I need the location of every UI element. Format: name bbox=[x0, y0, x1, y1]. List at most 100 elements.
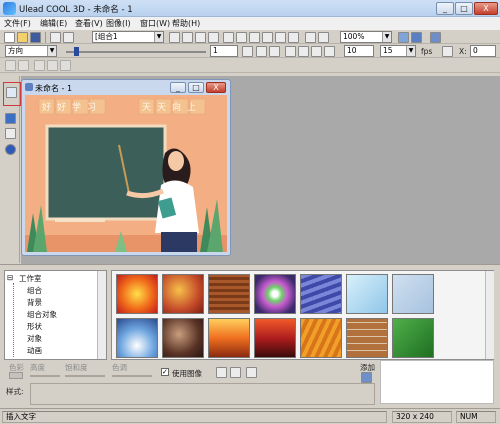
color-swatch[interactable] bbox=[9, 372, 23, 379]
canvas[interactable]: 好好学习 天天向上 bbox=[25, 95, 227, 252]
menu-help[interactable]: 帮助(H) bbox=[172, 18, 200, 29]
tree-item[interactable]: 动画 bbox=[27, 345, 42, 356]
menu-bar: 文件(F) 编辑(E) 查看(V) 图像(I) 窗口(W) 帮助(H) bbox=[0, 17, 500, 30]
globe-icon[interactable] bbox=[318, 32, 329, 43]
use-image-checkbox[interactable]: ✓ bbox=[161, 368, 169, 376]
align-left-icon[interactable] bbox=[223, 32, 234, 43]
image-icon[interactable] bbox=[216, 367, 227, 378]
insert-shape-icon[interactable] bbox=[5, 144, 16, 155]
align-center-icon[interactable] bbox=[236, 32, 247, 43]
frame-field[interactable]: 1 bbox=[210, 45, 238, 57]
texture-thumb[interactable] bbox=[346, 318, 388, 358]
texture-icon[interactable] bbox=[230, 367, 241, 378]
add-icon[interactable] bbox=[361, 372, 372, 383]
tree-root[interactable]: 工作室 bbox=[19, 273, 42, 284]
text-left-icon[interactable] bbox=[34, 60, 45, 71]
x-field[interactable]: 0 bbox=[470, 45, 496, 57]
maximize-button[interactable]: □ bbox=[455, 2, 473, 15]
timeline-slider[interactable] bbox=[66, 51, 206, 53]
texture-thumb[interactable] bbox=[346, 274, 388, 314]
texture-thumb[interactable] bbox=[116, 274, 158, 314]
open-folder-icon[interactable] bbox=[17, 32, 28, 43]
tree-item[interactable]: 组合 bbox=[27, 285, 42, 296]
bold-icon[interactable] bbox=[5, 60, 16, 71]
texture-thumb[interactable] bbox=[254, 318, 296, 358]
menu-file[interactable]: 文件(F) bbox=[4, 18, 31, 29]
texture-gallery bbox=[111, 270, 494, 360]
fps-dropdown[interactable]: 15 ▼ bbox=[380, 45, 416, 57]
saturation-slider[interactable] bbox=[65, 375, 105, 377]
texture-thumb[interactable] bbox=[116, 318, 158, 358]
insert-text-icon[interactable] bbox=[6, 87, 17, 98]
insert-object-icon[interactable] bbox=[5, 113, 16, 124]
texture-thumb[interactable] bbox=[392, 318, 434, 358]
texture-thumb[interactable] bbox=[300, 274, 342, 314]
tree-item[interactable]: 背景 bbox=[27, 297, 42, 308]
swap-icon[interactable] bbox=[442, 46, 453, 57]
texture-thumb[interactable] bbox=[392, 274, 434, 314]
tree-item[interactable]: 组合对象 bbox=[27, 309, 57, 320]
stop-icon[interactable] bbox=[298, 46, 309, 57]
next-frame-icon[interactable] bbox=[324, 46, 335, 57]
preview-icon[interactable] bbox=[411, 32, 422, 43]
height-slider[interactable] bbox=[30, 375, 60, 377]
mode-dropdown[interactable]: 方向 ▼ bbox=[5, 45, 57, 57]
tree-item[interactable]: 形状 bbox=[27, 321, 42, 332]
zoom-dropdown[interactable]: 100% ▼ bbox=[340, 31, 392, 43]
tree-item[interactable]: 对象 bbox=[27, 333, 42, 344]
texture-thumb[interactable] bbox=[162, 318, 204, 358]
object-select-dropdown[interactable]: [组合1 ▼ bbox=[92, 31, 164, 43]
window-title: Ulead COOL 3D - 未命名 - 1 bbox=[19, 5, 133, 15]
texture-thumb[interactable] bbox=[208, 318, 250, 358]
gallery-scrollbar[interactable] bbox=[485, 271, 494, 359]
texture-thumb[interactable] bbox=[208, 274, 250, 314]
fit-icon[interactable] bbox=[246, 367, 257, 378]
italic-icon[interactable] bbox=[18, 60, 29, 71]
close-button[interactable]: X bbox=[474, 2, 498, 15]
rotate-icon[interactable] bbox=[182, 32, 193, 43]
text-center-icon[interactable] bbox=[47, 60, 58, 71]
align-bottom-icon[interactable] bbox=[288, 32, 299, 43]
light-icon[interactable] bbox=[305, 32, 316, 43]
bounce-icon[interactable] bbox=[269, 46, 280, 57]
undo-icon[interactable] bbox=[50, 32, 61, 43]
help-icon[interactable] bbox=[430, 32, 441, 43]
menu-window[interactable]: 窗口(W) bbox=[140, 18, 170, 29]
doc-minimize-button[interactable]: _ bbox=[170, 82, 186, 93]
menu-view[interactable]: 查看(V) bbox=[75, 18, 103, 29]
status-hint: 插入文字 bbox=[2, 411, 387, 423]
tree-line bbox=[13, 283, 14, 357]
menu-edit[interactable]: 编辑(E) bbox=[40, 18, 67, 29]
tree-expand-icon[interactable]: ⊟ bbox=[7, 273, 13, 282]
edit-object-icon[interactable] bbox=[5, 128, 16, 139]
studio-tree: ⊟ 工作室 组合 背景 组合对象 形状 对象 动画 bbox=[4, 270, 107, 360]
play-icon[interactable] bbox=[285, 46, 296, 57]
resize-icon[interactable] bbox=[208, 32, 219, 43]
save-icon[interactable] bbox=[30, 32, 41, 43]
redo-icon[interactable] bbox=[63, 32, 74, 43]
classroom-illustration bbox=[25, 95, 227, 252]
align-top-icon[interactable] bbox=[262, 32, 273, 43]
texture-thumb[interactable] bbox=[162, 274, 204, 314]
x-label: X: bbox=[459, 47, 467, 56]
frames-field[interactable]: 10 bbox=[344, 45, 374, 57]
loop-icon[interactable] bbox=[256, 46, 267, 57]
align-middle-icon[interactable] bbox=[275, 32, 286, 43]
hue-slider[interactable] bbox=[112, 375, 152, 377]
minimize-button[interactable]: _ bbox=[436, 2, 454, 15]
doc-maximize-button[interactable]: □ bbox=[188, 82, 204, 93]
texture-thumb[interactable] bbox=[254, 274, 296, 314]
move-icon[interactable] bbox=[195, 32, 206, 43]
text-right-icon[interactable] bbox=[60, 60, 71, 71]
tree-scrollbar[interactable] bbox=[97, 271, 106, 359]
add-frame-icon[interactable] bbox=[242, 46, 253, 57]
menu-image[interactable]: 图像(I) bbox=[106, 18, 131, 29]
render-icon[interactable] bbox=[398, 32, 409, 43]
prev-frame-icon[interactable] bbox=[311, 46, 322, 57]
texture-thumb[interactable] bbox=[300, 318, 342, 358]
timeline-thumb[interactable] bbox=[74, 47, 79, 56]
new-file-icon[interactable] bbox=[4, 32, 15, 43]
hand-icon[interactable] bbox=[169, 32, 180, 43]
doc-close-button[interactable]: X bbox=[206, 82, 226, 93]
align-right-icon[interactable] bbox=[249, 32, 260, 43]
